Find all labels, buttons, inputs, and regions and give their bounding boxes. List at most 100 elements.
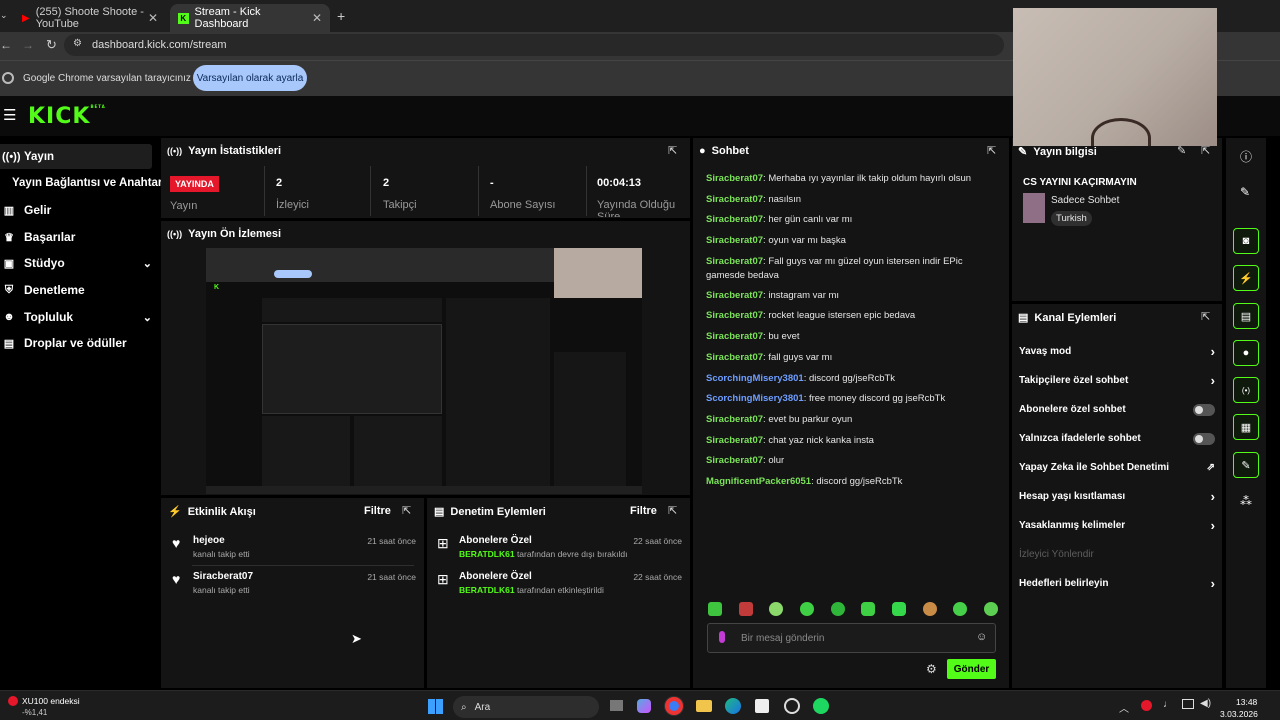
emote-icon[interactable]: [953, 602, 968, 616]
bolt-icon[interactable]: ⚡: [1233, 265, 1259, 291]
store-icon[interactable]: [755, 699, 769, 713]
clock-time[interactable]: 13:48: [1236, 697, 1257, 707]
url-field[interactable]: ⚙ dashboard.kick.com/stream: [64, 34, 1004, 56]
emote-icon[interactable]: [769, 602, 784, 616]
chat-message: Siracberat07: instagram var mı: [706, 289, 840, 301]
action-set-goals[interactable]: Hedefleri belirleyin ›: [1019, 569, 1215, 598]
emote-icon[interactable]: [861, 602, 876, 616]
category-name: Sadece Sohbet: [1051, 195, 1120, 206]
clock-date[interactable]: 3.03.2026: [1220, 709, 1258, 719]
forward-icon[interactable]: →: [22, 38, 34, 52]
sidebar-item-yayin[interactable]: ((•)) Yayın: [0, 144, 152, 169]
set-default-button[interactable]: Varsayılan olarak ayarla: [193, 65, 307, 91]
explorer-icon[interactable]: [696, 700, 712, 712]
emote-icon[interactable]: [738, 602, 753, 616]
network-icon[interactable]: [1182, 699, 1194, 709]
tab-youtube[interactable]: ▶ (255) Shoote Shoote - YouTube ✕: [14, 4, 166, 32]
sidebar-item-basarilar[interactable]: ♛ Başarılar: [0, 225, 152, 249]
popout-icon[interactable]: ⇱: [668, 144, 677, 157]
send-button[interactable]: Gönder: [947, 659, 996, 679]
subscribers-only-toggle[interactable]: [1193, 403, 1215, 416]
list-icon[interactable]: ▦: [1233, 414, 1259, 440]
scan-icon[interactable]: ◙: [1233, 228, 1259, 254]
sidebar-item-gelir[interactable]: ▥ Gelir: [0, 198, 152, 222]
activity-header: ⚡ Etkinlik Akışı: [168, 505, 256, 519]
preview-stats-mini: [262, 298, 442, 322]
kick-logo[interactable]: KICKBETA: [28, 104, 106, 129]
close-tab-icon[interactable]: ✕: [312, 11, 322, 25]
task-view-icon[interactable]: [610, 700, 623, 711]
emote-icon[interactable]: [922, 602, 937, 616]
copilot-icon[interactable]: [637, 699, 651, 713]
sidebar-item-stream-key[interactable]: Yayın Bağlantısı ve Anahtarı: [12, 171, 166, 195]
chat-settings-icon[interactable]: ⚙: [926, 662, 937, 676]
popout-icon[interactable]: ⇱: [987, 144, 996, 157]
action-banned-words[interactable]: Yasaklanmış kelimeler ›: [1019, 511, 1215, 540]
action-slow-mode[interactable]: Yavaş mod ›: [1019, 337, 1215, 366]
chat-bubble-icon[interactable]: ●: [1233, 340, 1259, 366]
taskbar-search[interactable]: ⌕ Ara: [453, 696, 599, 718]
microphone-tray-icon[interactable]: ♩: [1163, 699, 1173, 710]
reload-icon[interactable]: ↻: [46, 37, 57, 53]
emote-icon[interactable]: [799, 602, 814, 616]
tray-chevron-icon[interactable]: ︿: [1119, 700, 1129, 715]
wrench-icon: ✎: [1018, 146, 1028, 158]
edge-icon[interactable]: [725, 698, 741, 714]
moderation-event: ⊞ Abonelere Özel BERATDLK61 tarafından et…: [437, 571, 682, 595]
emote-icon[interactable]: [830, 602, 845, 616]
tab-search-icon[interactable]: ⌄: [0, 10, 8, 21]
stat-subscribers: - Abone Sayısı: [490, 177, 556, 211]
apps-icon[interactable]: ⁂: [1240, 494, 1252, 508]
chat-input[interactable]: Bir mesaj gönderin ☺: [707, 623, 996, 653]
sidebar-item-topluluk[interactable]: ☻ Topluluk ⌄: [0, 305, 152, 329]
stat-viewers: 2 İzleyici: [276, 177, 310, 211]
chrome-taskbar-icon[interactable]: [665, 697, 683, 715]
shield-icon: ⛨: [4, 283, 14, 296]
popout-icon[interactable]: ⇱: [668, 504, 677, 517]
sidebar-item-denetleme[interactable]: ⛨ Denetleme: [0, 278, 152, 302]
preview-button-mini: [274, 270, 312, 278]
windows-start-icon[interactable]: [428, 699, 443, 714]
popout-icon[interactable]: ⇱: [402, 504, 411, 517]
tab-kick-dashboard[interactable]: K Stream - Kick Dashboard ✕: [170, 4, 330, 32]
broadcast-icon[interactable]: (•): [1233, 377, 1259, 403]
site-info-icon[interactable]: ⚙: [73, 38, 82, 49]
emotes-only-toggle[interactable]: [1193, 432, 1215, 445]
document-icon[interactable]: ▤: [1233, 303, 1259, 329]
stats-header: ((•)) Yayın İstatistikleri: [167, 145, 282, 157]
spotify-icon[interactable]: [813, 698, 829, 714]
heart-icon: ♥: [172, 535, 181, 551]
action-followers-only[interactable]: Takipçilere özel sohbet ›: [1019, 366, 1215, 395]
chat-message: ScorchingMisery3801: free money discord …: [706, 393, 946, 405]
menu-icon[interactable]: ☰: [3, 106, 16, 124]
pencil-icon[interactable]: ✎: [1240, 185, 1250, 199]
emoji-icon[interactable]: ☺: [976, 631, 987, 643]
sidebar-item-droplar[interactable]: ▤ Droplar ve ödüller: [0, 331, 152, 355]
app-icon[interactable]: [784, 698, 800, 714]
info-icon[interactable]: ⓘ: [1240, 148, 1252, 165]
chat-message: Siracberat07: rocket league istersen epi…: [706, 310, 916, 322]
stream-preview-video[interactable]: K: [206, 248, 642, 494]
broadcast-icon: ((•)): [2, 150, 21, 163]
chat-message: Siracberat07: evet bu parkur oyun: [706, 413, 853, 425]
channel-actions-list: Yavaş mod › Takipçilere özel sohbet › Abon…: [1019, 337, 1215, 598]
popout-icon[interactable]: ⇱: [1201, 310, 1210, 323]
emote-icon[interactable]: [891, 602, 906, 616]
emote-bar: [708, 602, 998, 618]
emote-icon[interactable]: [983, 602, 998, 616]
back-icon[interactable]: ←: [0, 38, 12, 52]
ticker-name[interactable]: XU100 endeksi: [22, 696, 80, 706]
action-ai-moderation[interactable]: Yapay Zeka ile Sohbet Denetimi ⇗: [1019, 453, 1215, 482]
activity-filter-button[interactable]: Filtre: [364, 505, 391, 517]
emote-icon[interactable]: [708, 602, 722, 616]
new-tab-icon[interactable]: +: [337, 8, 345, 24]
tray-app-icon[interactable]: [1141, 700, 1152, 711]
microphone-icon[interactable]: [719, 631, 725, 643]
sidebar-item-studyo[interactable]: ▣ Stüdyo ⌄: [0, 251, 152, 275]
close-tab-icon[interactable]: ✕: [148, 11, 158, 25]
volume-icon[interactable]: ◀): [1200, 698, 1211, 709]
chat-message: MagnificentPacker6051: discord gg/jseRcb…: [706, 475, 903, 487]
moderation-filter-button[interactable]: Filtre: [630, 505, 657, 517]
action-account-age[interactable]: Hesap yaşı kısıtlaması ›: [1019, 482, 1215, 511]
wrench-icon[interactable]: ✎: [1233, 452, 1259, 478]
